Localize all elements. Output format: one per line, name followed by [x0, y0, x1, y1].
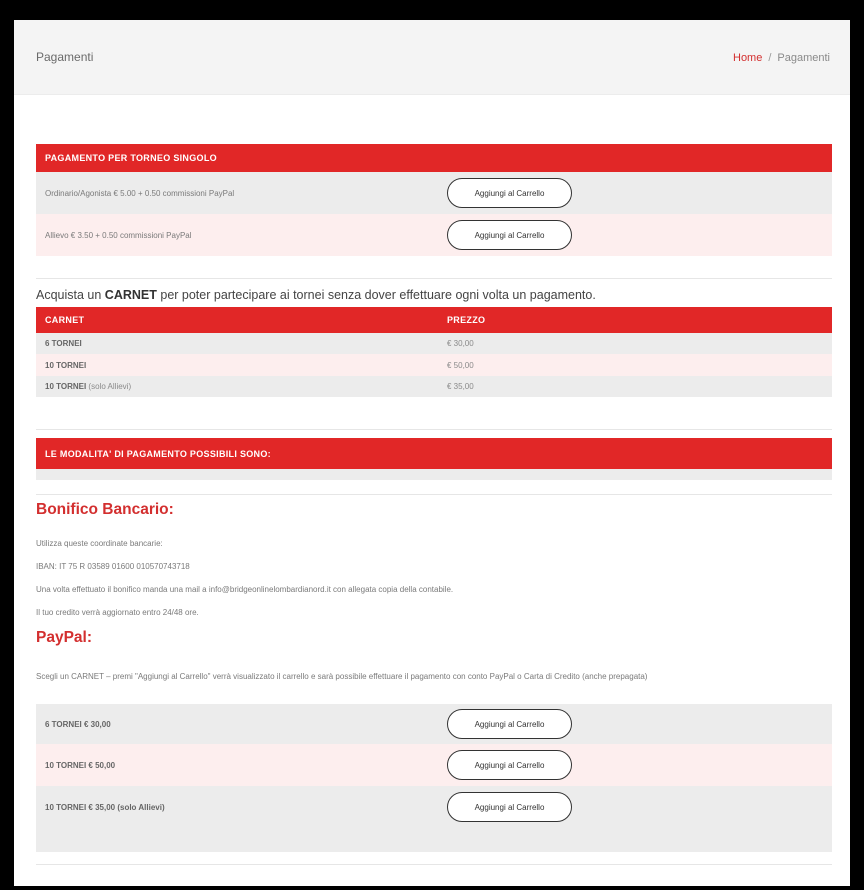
bonifico-line: Una volta effettuato il bonifico manda u…	[36, 585, 454, 594]
table-row: 6 TORNEI € 30,00	[36, 333, 832, 354]
carnet-name: 6 TORNEI	[45, 339, 447, 348]
list-item: 10 TORNEI € 35,00 (solo Allievi) Aggiung…	[36, 786, 832, 828]
carnet-name: 10 TORNEI	[45, 361, 447, 370]
single-tournament-section: PAGAMENTO PER TORNEO SINGOLO Ordinario/A…	[36, 144, 832, 256]
list-item: 6 TORNEI € 30,00 Aggiungi al Carrello	[36, 704, 832, 744]
single-row-allievo: Allievo € 3.50 + 0.50 commissioni PayPal…	[36, 214, 832, 256]
single-row-label: Allievo € 3.50 + 0.50 commissioni PayPal	[45, 230, 192, 240]
payment-methods-section: LE MODALITA' DI PAGAMENTO POSSIBILI SONO…	[36, 438, 832, 480]
column-header-carnet: CARNET	[45, 315, 85, 325]
single-tournament-heading: PAGAMENTO PER TORNEO SINGOLO	[36, 144, 832, 172]
list-item: 10 TORNEI € 50,00 Aggiungi al Carrello	[36, 744, 832, 786]
paypal-carnet-label: 10 TORNEI € 35,00 (solo Allievi)	[45, 802, 165, 812]
divider	[36, 278, 832, 279]
add-to-cart-button[interactable]: Aggiungi al Carrello	[447, 220, 572, 250]
column-header-prezzo: PREZZO	[447, 315, 486, 325]
add-to-cart-button[interactable]: Aggiungi al Carrello	[447, 709, 572, 739]
carnet-intro-text: Acquista un CARNET per poter partecipare…	[36, 288, 596, 302]
carnet-intro-before: Acquista un	[36, 288, 105, 302]
carnet-table-header: CARNET PREZZO	[36, 307, 832, 333]
carnet-price: € 35,00	[447, 382, 474, 391]
carnet-price: € 50,00	[447, 360, 474, 370]
bonifico-title: Bonifico Bancario:	[36, 501, 174, 518]
single-row-label: Ordinario/Agonista € 5.00 + 0.50 commiss…	[45, 188, 235, 198]
paypal-title: PayPal:	[36, 629, 93, 646]
single-row-ordinario: Ordinario/Agonista € 5.00 + 0.50 commiss…	[36, 172, 832, 214]
carnet-price: € 30,00	[447, 339, 474, 348]
divider	[36, 494, 832, 495]
breadcrumb: Home / Pagamenti	[733, 52, 830, 64]
breadcrumb-home-link[interactable]: Home	[733, 52, 762, 64]
payment-methods-spacer	[36, 469, 832, 480]
table-row: 10 TORNEI € 50,00	[36, 354, 832, 376]
divider	[36, 864, 832, 865]
breadcrumb-separator: /	[768, 52, 772, 64]
carnet-name-text: 10 TORNEI	[45, 382, 87, 391]
page-title: Pagamenti	[36, 50, 94, 64]
carnet-intro-after: per poter partecipare ai tornei senza do…	[156, 288, 596, 302]
carnet-name-note: (solo Allievi)	[86, 382, 132, 391]
payment-methods-heading: LE MODALITA' DI PAGAMENTO POSSIBILI SONO…	[36, 438, 832, 469]
table-row: 10 TORNEI (solo Allievi) € 35,00	[36, 376, 832, 397]
browser-page: Pagamenti Home / Pagamenti PAGAMENTO PER T…	[14, 20, 850, 886]
paypal-carnet-label: 6 TORNEI € 30,00	[45, 719, 111, 729]
paypal-carnet-list: 6 TORNEI € 30,00 Aggiungi al Carrello 10…	[36, 704, 832, 828]
carnet-name-text: 10 TORNEI	[45, 360, 87, 370]
paypal-list-footer	[36, 828, 832, 852]
page-header: Pagamenti Home / Pagamenti	[14, 20, 850, 95]
add-to-cart-button[interactable]: Aggiungi al Carrello	[447, 750, 572, 780]
divider	[36, 429, 832, 430]
bonifico-line: Utilizza queste coordinate bancarie:	[36, 539, 163, 548]
carnet-table: CARNET PREZZO 6 TORNEI € 30,00 10 TORNEI…	[36, 307, 832, 397]
carnet-intro-bold: CARNET	[104, 288, 157, 302]
bonifico-iban: IBAN: IT 75 R 03589 01600 010570743718	[36, 562, 190, 571]
add-to-cart-button[interactable]: Aggiungi al Carrello	[447, 792, 572, 822]
breadcrumb-current: Pagamenti	[777, 52, 830, 64]
add-to-cart-button[interactable]: Aggiungi al Carrello	[447, 178, 572, 208]
carnet-name-text: 6 TORNEI	[45, 339, 82, 348]
paypal-description: Scegli un CARNET – premi "Aggiungi al Ca…	[36, 672, 648, 681]
bonifico-line: Il tuo credito verrà aggiornato entro 24…	[36, 608, 199, 617]
paypal-carnet-label: 10 TORNEI € 50,00	[45, 760, 116, 770]
carnet-name: 10 TORNEI (solo Allievi)	[45, 382, 447, 391]
